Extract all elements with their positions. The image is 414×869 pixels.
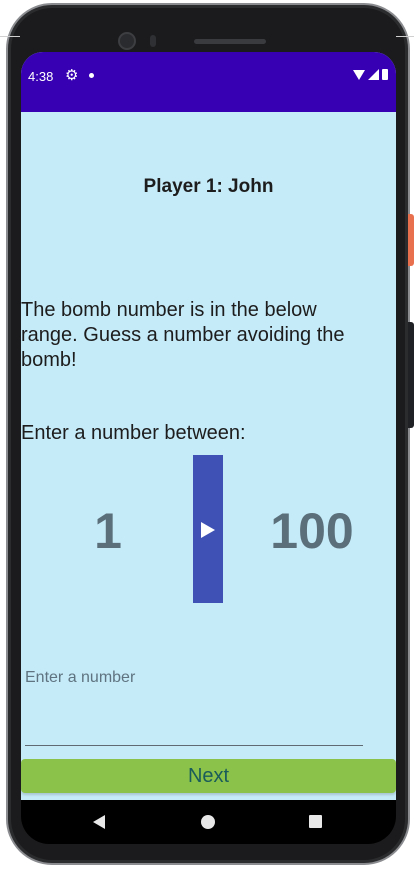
number-input[interactable] — [25, 656, 363, 746]
battery-icon — [382, 69, 388, 80]
home-icon[interactable] — [201, 815, 215, 829]
range-label: Enter a number between: — [21, 422, 246, 444]
wifi-icon — [353, 70, 365, 80]
play-icon — [201, 522, 215, 538]
status-bar: 4:38 ⚙ — [21, 52, 396, 112]
volume-button[interactable] — [408, 322, 414, 428]
range-max-value: 100 — [270, 503, 354, 559]
next-button[interactable]: Next — [21, 759, 396, 793]
notification-dot-icon — [89, 73, 94, 78]
power-button[interactable] — [408, 214, 414, 266]
navigation-bar — [21, 800, 396, 844]
gear-icon: ⚙ — [65, 66, 79, 84]
app-screen: 4:38 ⚙ Player 1: John The bomb number is… — [21, 52, 396, 800]
player-title: Player 1: John — [143, 176, 274, 197]
speaker-grille — [194, 39, 266, 44]
frame-divider-left — [0, 36, 20, 37]
front-camera — [118, 32, 136, 50]
sensor — [150, 35, 156, 47]
range-min-value: 1 — [94, 503, 122, 559]
recents-icon[interactable] — [309, 815, 322, 828]
back-icon[interactable] — [93, 815, 105, 829]
instructions-text: The bomb number is in the below range. G… — [21, 299, 345, 371]
status-icons — [353, 69, 388, 80]
range-play-button[interactable] — [193, 455, 223, 603]
status-time: 4:38 — [28, 69, 54, 84]
signal-icon — [368, 69, 379, 80]
frame-divider-right — [396, 36, 414, 37]
